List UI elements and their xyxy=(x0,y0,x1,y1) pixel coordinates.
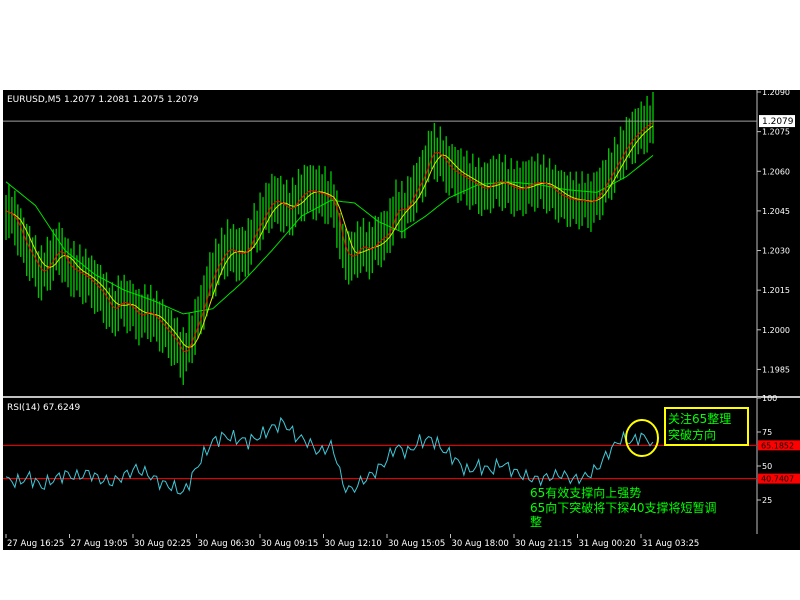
time-tick-label: 30 Aug 15:05 xyxy=(388,539,445,549)
price-tick-label: 1.2045 xyxy=(762,207,790,216)
annotation-note-line1: 65有效支撑向上强势 xyxy=(530,485,641,500)
rsi-tick-label: 100 xyxy=(762,394,777,403)
price-tick-label: 1.2075 xyxy=(762,128,790,137)
time-tick-label: 30 Aug 21:15 xyxy=(515,539,572,549)
time-tick-label: 30 Aug 06:30 xyxy=(198,539,255,549)
time-tick-label: 30 Aug 18:00 xyxy=(452,539,509,549)
rsi-tick-label: 75 xyxy=(762,428,772,437)
rsi-level-label: 40.7407 xyxy=(761,475,794,484)
price-tick-label: 1.2000 xyxy=(762,326,790,335)
price-tick-label: 1.2090 xyxy=(762,88,790,97)
time-tick-label: 30 Aug 02:25 xyxy=(134,539,191,549)
time-tick-label: 30 Aug 12:10 xyxy=(325,539,382,549)
annotation-box-line1: 关注65整理 xyxy=(668,411,731,426)
annotation-box-line2: 突破方向 xyxy=(668,427,716,442)
time-tick-label: 30 Aug 09:15 xyxy=(261,539,318,549)
annotation-note-line2: 65向下突破将下探40支撑将短暂调 xyxy=(530,500,717,515)
rsi-tick-label: 25 xyxy=(762,496,772,505)
annotation-note-line3: 整 xyxy=(530,514,542,529)
current-price-tag-label: 1.2079 xyxy=(762,117,794,127)
rsi-level-label: 65.1852 xyxy=(761,441,794,450)
time-tick-label: 27 Aug 19:05 xyxy=(71,539,128,549)
time-tick-label: 31 Aug 03:25 xyxy=(642,539,699,549)
time-tick-label: 31 Aug 00:20 xyxy=(579,539,636,549)
price-tick-label: 1.2015 xyxy=(762,286,790,295)
price-tick-label: 1.2060 xyxy=(762,167,790,176)
price-tick-label: 1.2030 xyxy=(762,247,790,256)
time-tick-label: 27 Aug 16:25 xyxy=(7,539,64,549)
rsi-tick-label: 50 xyxy=(762,462,772,471)
rsi-label: RSI(14) 67.6249 xyxy=(7,403,80,413)
symbol-info: EURUSD,M5 1.2077 1.2081 1.2075 1.2079 xyxy=(7,95,199,105)
price-tick-label: 1.1985 xyxy=(762,365,790,374)
chart-canvas: 1.2090 1.2075 1.2060 1.2045 1.2030 1.2015 1.20… xyxy=(3,88,800,550)
